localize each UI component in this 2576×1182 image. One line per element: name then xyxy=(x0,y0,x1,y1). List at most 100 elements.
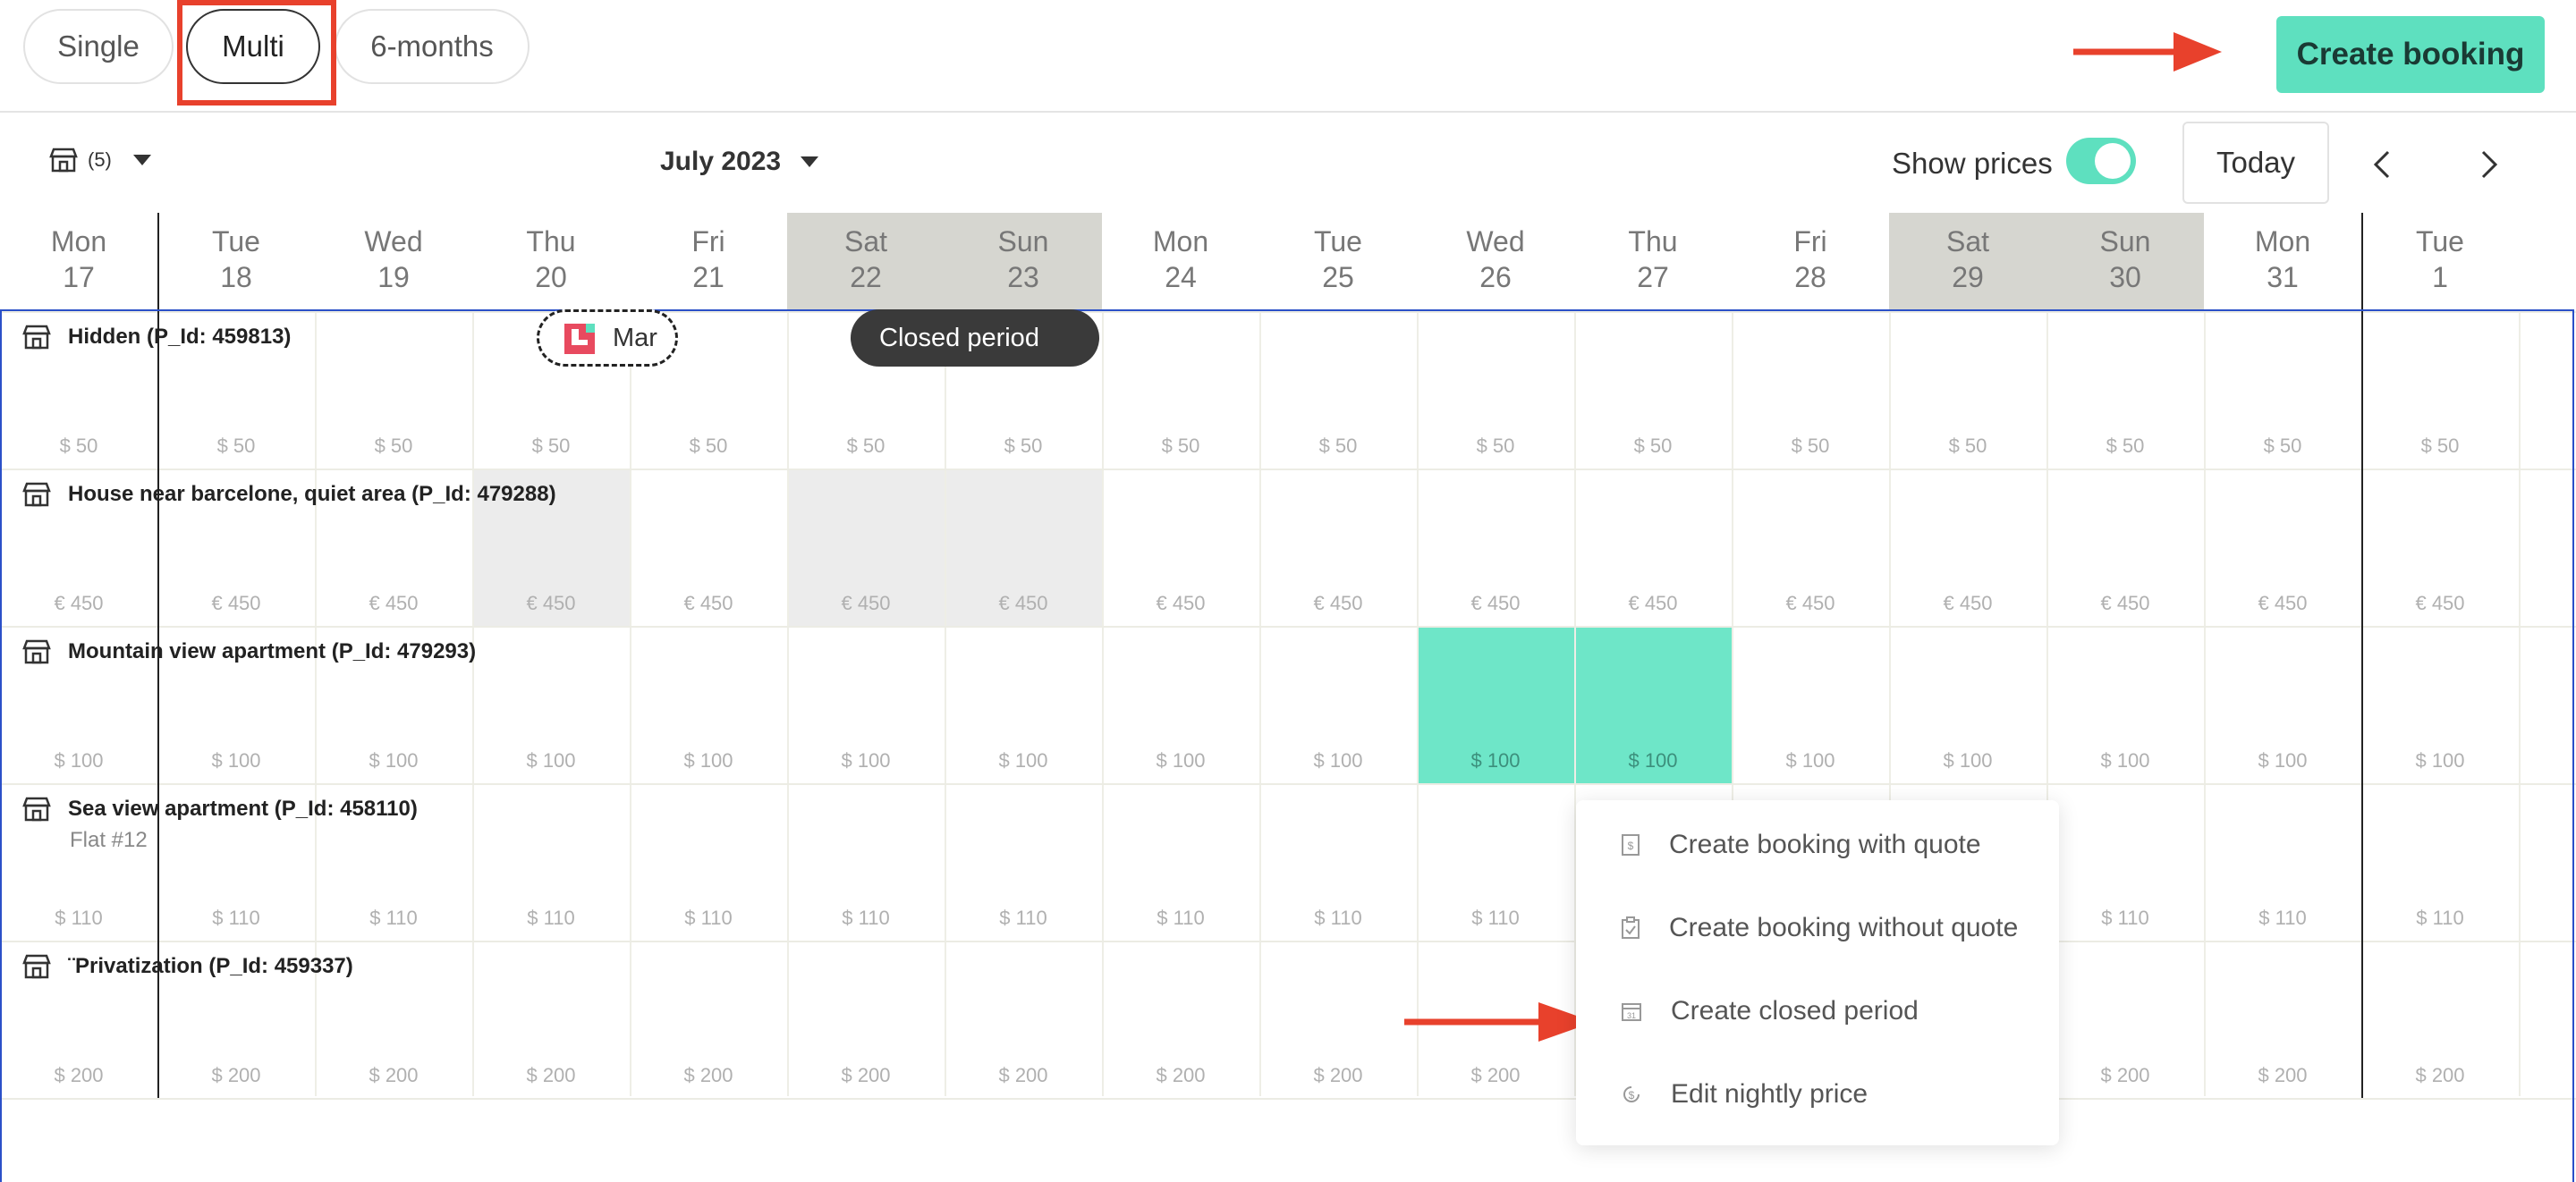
nightly-price[interactable]: € 450 xyxy=(945,592,1102,615)
month-selector[interactable]: July 2023 xyxy=(660,147,819,177)
nightly-price[interactable]: $ 110 xyxy=(315,907,472,930)
nightly-price[interactable]: $ 50 xyxy=(1417,435,1574,458)
nightly-price[interactable]: $ 110 xyxy=(157,907,315,930)
nightly-price[interactable]: $ 110 xyxy=(472,907,630,930)
nightly-price[interactable]: $ 50 xyxy=(630,435,787,458)
nightly-price[interactable]: $ 100 xyxy=(2204,749,2361,773)
nightly-price[interactable]: € 450 xyxy=(315,592,472,615)
nightly-price[interactable]: $ 50 xyxy=(787,435,945,458)
nightly-price[interactable]: $ 110 xyxy=(2361,907,2519,930)
day-header[interactable]: Sun 30 xyxy=(2046,213,2204,309)
day-header[interactable]: Thu 27 xyxy=(1574,213,1732,309)
day-header[interactable]: W xyxy=(2519,213,2576,309)
prev-button[interactable] xyxy=(2354,138,2408,191)
nightly-price[interactable]: $ 100 xyxy=(1417,749,1574,773)
nightly-price[interactable]: $ 200 xyxy=(0,1064,157,1087)
nightly-price[interactable]: $ 100 xyxy=(2046,749,2204,773)
nightly-price[interactable]: € 450 xyxy=(0,592,157,615)
nightly-price[interactable]: € 450 xyxy=(1102,592,1259,615)
nightly-price[interactable]: $ 100 xyxy=(472,749,630,773)
nightly-price[interactable]: $ 100 xyxy=(1102,749,1259,773)
nightly-price[interactable]: $ 200 xyxy=(472,1064,630,1087)
day-header[interactable]: Wed 19 xyxy=(315,213,472,309)
day-header[interactable]: Tue 25 xyxy=(1259,213,1417,309)
nightly-price[interactable]: $ 50 xyxy=(0,435,157,458)
day-header[interactable]: Wed 26 xyxy=(1417,213,1574,309)
nightly-price[interactable]: $ 100 xyxy=(157,749,315,773)
nightly-price[interactable]: $ 110 xyxy=(787,907,945,930)
menu-create-closed-period[interactable]: 31 Create closed period xyxy=(1621,996,1919,1026)
nightly-price[interactable]: € 450 xyxy=(157,592,315,615)
nightly-price[interactable]: $ 200 xyxy=(2046,1064,2204,1087)
nightly-price[interactable]: $ 200 xyxy=(1259,1064,1417,1087)
nightly-price[interactable]: $ 200 xyxy=(787,1064,945,1087)
nightly-price[interactable]: $ 50 xyxy=(157,435,315,458)
nightly-price[interactable]: $ 100 xyxy=(787,749,945,773)
today-button[interactable]: Today xyxy=(2182,122,2329,204)
nightly-price[interactable]: $ 100 xyxy=(1889,749,2046,773)
nightly-price[interactable]: $ 50 xyxy=(2361,435,2519,458)
nightly-price[interactable]: $ 50 xyxy=(1574,435,1732,458)
nightly-price[interactable]: $ 200 xyxy=(1417,1064,1574,1087)
show-prices-toggle[interactable] xyxy=(2066,138,2136,184)
nightly-price[interactable]: € 450 xyxy=(2046,592,2204,615)
day-header[interactable]: Sat 22 xyxy=(787,213,945,309)
day-header[interactable]: Tue 1 xyxy=(2361,213,2519,309)
nightly-price[interactable]: $ 110 xyxy=(0,907,157,930)
nightly-price[interactable]: $ 200 xyxy=(2204,1064,2361,1087)
nightly-price[interactable]: $ 50 xyxy=(2046,435,2204,458)
create-booking-button[interactable]: Create booking xyxy=(2276,16,2545,93)
nightly-price[interactable]: € 450 xyxy=(787,592,945,615)
tab-single[interactable]: Single xyxy=(23,9,174,84)
day-header[interactable]: Mon 31 xyxy=(2204,213,2361,309)
booking-pill[interactable]: Mar xyxy=(537,309,678,367)
nightly-price[interactable]: $ 50 xyxy=(1889,435,2046,458)
nightly-price[interactable]: $ 110 xyxy=(630,907,787,930)
nightly-price[interactable]: $ 50 xyxy=(315,435,472,458)
closed-period-pill[interactable]: Closed period xyxy=(851,309,1099,367)
nightly-price[interactable]: € 450 xyxy=(1889,592,2046,615)
nightly-price[interactable]: € 450 xyxy=(2361,592,2519,615)
day-header[interactable]: Thu 20 xyxy=(472,213,630,309)
nightly-price[interactable]: $ 50 xyxy=(2204,435,2361,458)
nightly-price[interactable]: $ 50 xyxy=(472,435,630,458)
nightly-price[interactable]: $ 110 xyxy=(1417,907,1574,930)
nightly-price[interactable]: $ 100 xyxy=(945,749,1102,773)
nightly-price[interactable]: $ 100 xyxy=(630,749,787,773)
nightly-price[interactable]: $ 50 xyxy=(1102,435,1259,458)
property-row-header[interactable]: Mountain view apartment (P_Id: 479293) xyxy=(21,638,476,665)
property-filter[interactable]: (5) xyxy=(48,147,151,173)
nightly-price[interactable]: $ 100 xyxy=(1259,749,1417,773)
property-row-header[interactable]: ¨Privatization (P_Id: 459337) xyxy=(21,953,353,980)
nightly-price[interactable]: $ 100 xyxy=(0,749,157,773)
next-button[interactable] xyxy=(2463,138,2517,191)
tab-6-months[interactable]: 6-months xyxy=(335,9,530,84)
property-row-header[interactable]: Hidden (P_Id: 459813) xyxy=(21,324,291,350)
menu-edit-nightly-price[interactable]: $ Edit nightly price xyxy=(1621,1079,1868,1110)
day-header[interactable]: Sun 23 xyxy=(945,213,1102,309)
nightly-price[interactable]: $ 100 xyxy=(2361,749,2519,773)
nightly-price[interactable]: $ 110 xyxy=(2046,907,2204,930)
nightly-price[interactable]: $ 110 xyxy=(1102,907,1259,930)
nightly-price[interactable]: $ 110 xyxy=(1259,907,1417,930)
nightly-price[interactable]: $ 200 xyxy=(630,1064,787,1087)
nightly-price[interactable]: $ 50 xyxy=(945,435,1102,458)
nightly-price[interactable]: $ 110 xyxy=(945,907,1102,930)
nightly-price[interactable]: € 450 xyxy=(1574,592,1732,615)
property-row-header[interactable]: Sea view apartment (P_Id: 458110) xyxy=(21,796,418,823)
property-row-header[interactable]: House near barcelone, quiet area (P_Id: … xyxy=(21,481,556,508)
day-header[interactable]: Mon 17 xyxy=(0,213,157,309)
day-header[interactable]: Fri 28 xyxy=(1732,213,1889,309)
nightly-price[interactable]: $ 200 xyxy=(157,1064,315,1087)
nightly-price[interactable]: € 450 xyxy=(472,592,630,615)
nightly-price[interactable]: $ 200 xyxy=(2361,1064,2519,1087)
day-header[interactable]: Fri 21 xyxy=(630,213,787,309)
nightly-price[interactable]: € 450 xyxy=(630,592,787,615)
nightly-price[interactable]: $ 100 xyxy=(1574,749,1732,773)
nightly-price[interactable]: € 450 xyxy=(1259,592,1417,615)
nightly-price[interactable]: $ 200 xyxy=(315,1064,472,1087)
nightly-price[interactable]: € 450 xyxy=(1417,592,1574,615)
nightly-price[interactable]: $ 100 xyxy=(1732,749,1889,773)
nightly-price[interactable]: $ 50 xyxy=(1732,435,1889,458)
nightly-price[interactable]: € 450 xyxy=(2204,592,2361,615)
